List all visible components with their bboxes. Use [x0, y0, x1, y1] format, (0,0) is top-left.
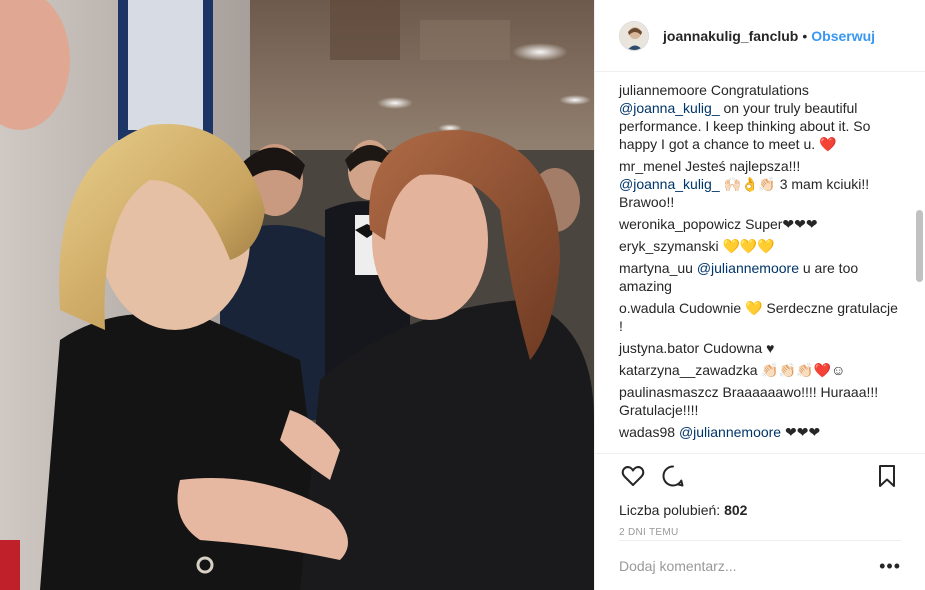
comment-item: o.wadula Cudownie 💛 Serdeczne gratulacje…	[619, 299, 899, 335]
comment-item: mr_menel Jesteś najlepsza!!! @joanna_kul…	[619, 157, 899, 211]
likes-summary[interactable]: Liczba polubień: 802	[619, 502, 901, 518]
heart-icon[interactable]	[619, 462, 647, 490]
post-timestamp[interactable]: 2 DNI TEMU	[619, 527, 901, 538]
comment-username[interactable]: eryk_szymanski	[619, 238, 719, 254]
comment-text: Super❤❤❤	[745, 216, 818, 232]
comment-item: justyna.bator Cudowna ♥	[619, 339, 899, 357]
author-username[interactable]: joannakulig_fanclub	[663, 28, 798, 44]
likes-label: Liczba polubień:	[619, 502, 721, 518]
comment-text-tail: ❤❤❤	[781, 424, 821, 440]
post-photo[interactable]	[0, 0, 594, 590]
add-comment-bar: •••	[619, 540, 901, 590]
post-header: joannakulig_fanclub • Obserwuj	[595, 0, 925, 72]
follow-button[interactable]: Obserwuj	[811, 28, 875, 44]
header-separator: •	[802, 27, 808, 44]
comment-text: Cudowna ♥	[703, 340, 775, 356]
comment-username[interactable]: katarzyna__zawadzka	[619, 362, 758, 378]
comment-item: paulinasmaszcz Braaaaaawo!!!! Huraaa!!! …	[619, 383, 899, 419]
comment-username[interactable]: juliannemoore	[619, 82, 707, 98]
post-actions-area: Liczba polubień: 802 2 DNI TEMU	[595, 453, 925, 538]
avatar-image	[620, 21, 648, 50]
comment-item: martyna_uu @juliannemoore u are too amaz…	[619, 259, 899, 295]
comment-item: weronika_popowicz Super❤❤❤	[619, 215, 899, 233]
comment-username[interactable]: paulinasmaszcz	[619, 384, 719, 400]
comment-input[interactable]	[619, 557, 880, 574]
photo-scene	[0, 0, 594, 590]
comment-username[interactable]: weronika_popowicz	[619, 216, 741, 232]
comments-list[interactable]: juliannemoore Congratulations @joanna_ku…	[595, 73, 913, 453]
comment-username[interactable]: o.wadula	[619, 300, 675, 316]
comment-icon[interactable]	[659, 462, 687, 490]
comments-scrollbar-track[interactable]	[914, 73, 925, 453]
actions-bar	[619, 454, 901, 498]
avatar[interactable]	[619, 20, 649, 51]
more-options-button[interactable]: •••	[879, 557, 901, 575]
comment-item: juliannemoore Congratulations @joanna_ku…	[619, 81, 899, 153]
comments-scrollbar-thumb[interactable]	[916, 210, 923, 282]
bookmark-icon[interactable]	[873, 462, 901, 490]
comment-item: eryk_szymanski 💛💛💛	[619, 237, 899, 255]
likes-count[interactable]: 802	[724, 502, 747, 518]
comment-username[interactable]: justyna.bator	[619, 340, 699, 356]
comment-mention-link[interactable]: @juliannemoore	[679, 424, 781, 440]
comment-text: Congratulations	[710, 82, 809, 98]
comment-item: katarzyna__zawadzka 👏🏻👏🏻👏🏻❤️☺	[619, 361, 899, 379]
comment-mention-link[interactable]: @juliannemoore	[697, 260, 799, 276]
comment-text: 💛💛💛	[722, 238, 775, 254]
comment-mention-link[interactable]: @joanna_kulig_	[619, 176, 720, 192]
post-panel: joannakulig_fanclub • Obserwuj juliannem…	[594, 0, 925, 590]
comment-mention-link[interactable]: @joanna_kulig_	[619, 100, 720, 116]
comment-username[interactable]: wadas98	[619, 424, 675, 440]
comment-text: Jesteś najlepsza!!!	[685, 158, 801, 174]
comment-username[interactable]: martyna_uu	[619, 260, 693, 276]
comment-username[interactable]: mr_menel	[619, 158, 681, 174]
comment-item: wadas98 @juliannemoore ❤❤❤	[619, 423, 899, 441]
comment-text: 👏🏻👏🏻👏🏻❤️☺	[761, 362, 846, 378]
